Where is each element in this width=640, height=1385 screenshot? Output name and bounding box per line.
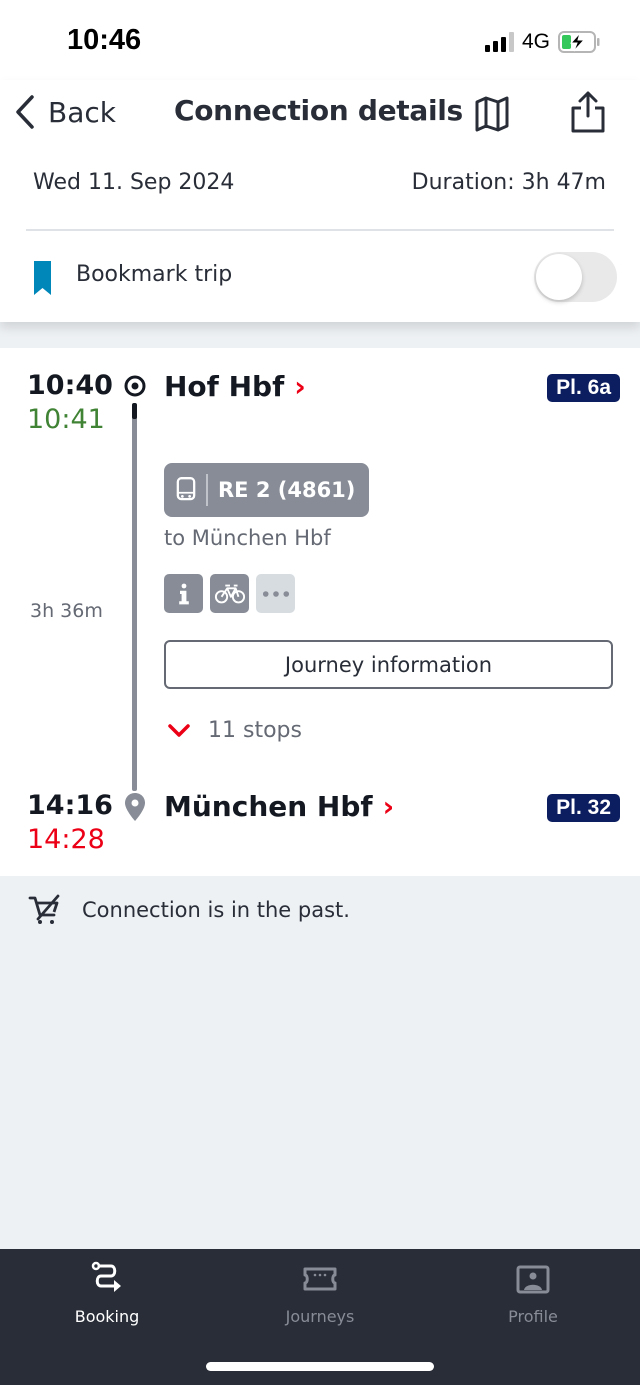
share-button[interactable] [568,90,608,134]
tab-journeys[interactable]: Journeys [250,1261,390,1326]
route-icon [91,1261,121,1292]
segment-duration: 3h 36m [30,600,103,622]
stops-expander[interactable]: 11 stops [168,718,302,743]
train-label: RE 2 (4861) [218,478,356,502]
route-line-progress [132,403,137,419]
arrival-station: München Hbf [164,790,373,823]
home-indicator[interactable] [206,1362,434,1371]
past-connection-notice: Connection is in the past. [28,893,350,927]
connection-card: 10:40 10:41 Hof Hbf › Pl. 6a RE 2 (4861)… [0,348,640,876]
map-button[interactable] [472,94,512,134]
map-icon [475,96,509,132]
chevron-right-icon: › [382,790,395,823]
status-bar: 10:46 4G [0,0,640,80]
route-line [132,405,137,791]
bookmark-label: Bookmark trip [76,262,233,287]
chip-separator [206,474,208,506]
trip-date: Wed 11. Sep 2024 [33,170,235,195]
status-time: 10:46 [67,24,142,56]
arrival-scheduled-time: 14:16 [27,790,113,821]
notice-text: Connection is in the past. [82,898,350,922]
bookmark-toggle[interactable] [534,252,617,302]
bookmark-icon [34,261,51,295]
tab-profile[interactable]: Profile [463,1261,603,1326]
departure-station: Hof Hbf [164,370,285,403]
tab-label: Journeys [285,1307,355,1326]
header: Back Connection details Wed 11. Sep 2024… [0,80,640,322]
nav-bar: Back Connection details [0,80,640,146]
toggle-knob [536,254,582,300]
more-attributes[interactable] [256,574,295,613]
back-label: Back [48,95,116,129]
train-chip[interactable]: RE 2 (4861) [164,463,370,517]
departure-stop-icon [124,375,146,397]
status-indicators: 4G [484,30,600,54]
profile-icon [516,1265,550,1294]
bookmark-row: Bookmark trip [0,240,640,312]
cart-disabled-icon [28,894,60,924]
battery-charging-icon [558,31,600,53]
tab-booking[interactable]: Booking [37,1261,177,1326]
trip-duration: Duration: 3h 47m [411,170,606,195]
network-label: 4G [521,30,550,53]
departure-station-link[interactable]: Hof Hbf › [164,370,306,403]
stops-label: 11 stops [208,718,302,743]
info-icon [178,583,189,604]
signal-icon [484,32,514,52]
location-pin-icon [125,793,145,821]
share-icon [571,91,605,133]
divider [26,229,614,231]
arrival-realtime: 14:28 [27,824,105,855]
arrival-station-link[interactable]: München Hbf › [164,790,394,823]
departure-realtime: 10:41 [27,404,105,435]
arrival-platform-badge: Pl. 32 [547,794,620,822]
train-direction: to München Hbf [164,526,331,550]
ticket-icon [303,1267,337,1291]
tab-label: Profile [508,1307,558,1326]
chevron-left-icon [16,95,34,129]
bicycle-attribute[interactable] [210,574,249,613]
info-attribute[interactable] [164,574,203,613]
train-icon [176,477,196,501]
page-title: Connection details [174,94,463,127]
bicycle-icon [214,584,245,603]
more-icon [262,590,289,597]
departure-scheduled-time: 10:40 [27,370,113,401]
back-button[interactable]: Back [14,94,116,130]
chevron-right-icon: › [294,370,306,403]
departure-platform-badge: Pl. 6a [547,374,620,402]
journey-information-button[interactable]: Journey information [164,640,613,689]
chevron-down-icon [168,723,190,737]
train-attributes [164,574,295,613]
tab-label: Booking [74,1307,140,1326]
